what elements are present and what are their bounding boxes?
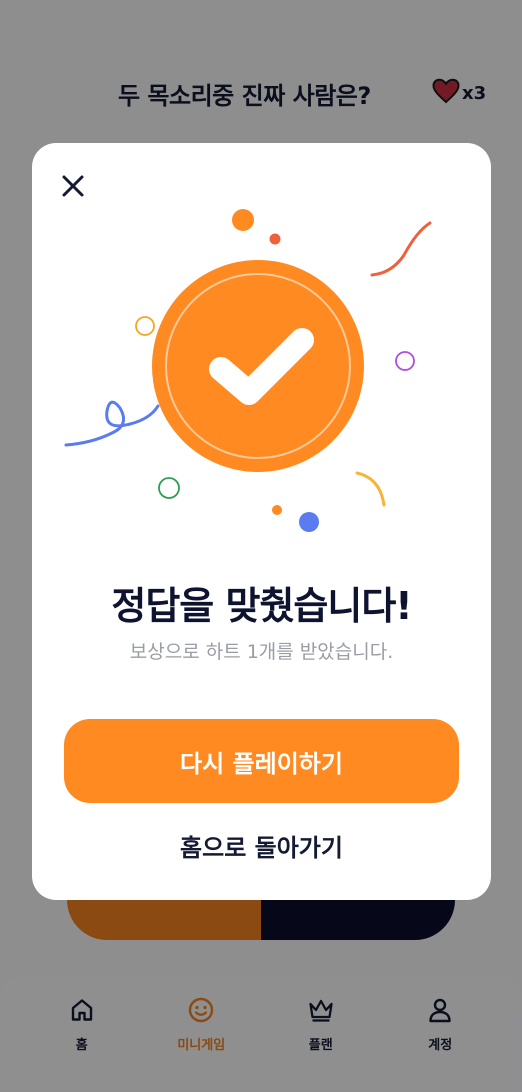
confetti-ring-green bbox=[158, 477, 180, 499]
back-home-button[interactable]: 홈으로 돌아가기 bbox=[64, 823, 459, 867]
confetti-dot-red bbox=[269, 233, 281, 245]
confetti-ring-purple bbox=[395, 351, 415, 371]
confetti-arc-yellow bbox=[355, 471, 386, 507]
confetti-dot-orange bbox=[232, 209, 254, 231]
confetti-ring-yellow bbox=[135, 316, 155, 336]
celebration-graphic bbox=[64, 209, 432, 532]
confetti-squiggle-red bbox=[370, 221, 432, 277]
modal-title: 정답을 맞췄습니다! bbox=[111, 584, 412, 628]
confetti-dot-blue bbox=[299, 512, 319, 532]
success-modal: 정답을 맞췄습니다! 보상으로 하트 1개를 받았습니다. 다시 플레이하기 홈… bbox=[32, 143, 491, 900]
play-again-button[interactable]: 다시 플레이하기 bbox=[64, 719, 459, 803]
modal-subtitle: 보상으로 하트 1개를 받았습니다. bbox=[129, 641, 394, 663]
check-badge-icon bbox=[152, 260, 364, 472]
confetti-swirl-blue bbox=[64, 400, 160, 447]
confetti-dot-small-orange bbox=[272, 505, 282, 515]
